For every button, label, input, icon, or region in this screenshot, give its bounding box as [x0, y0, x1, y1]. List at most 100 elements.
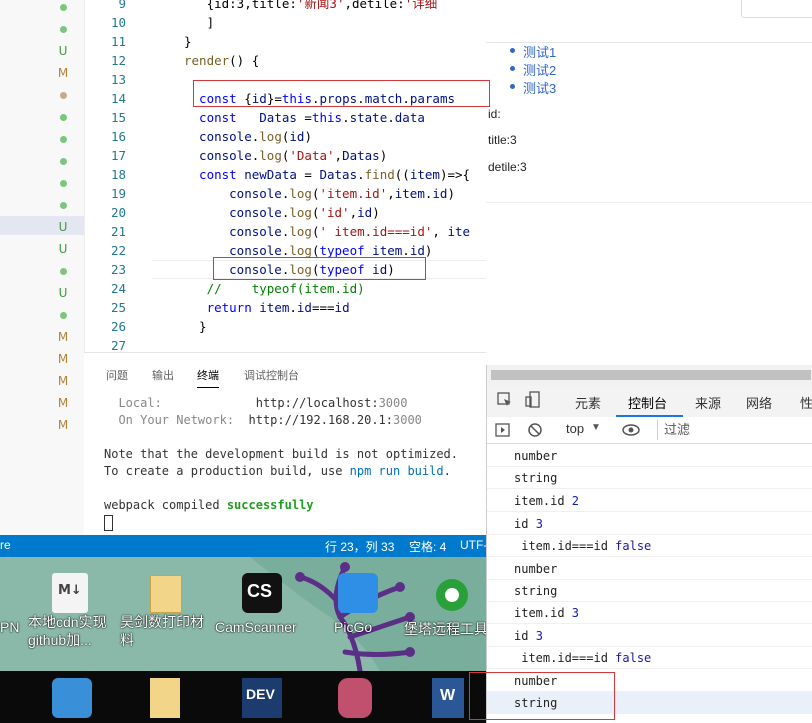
taskbar: DEV W	[0, 671, 486, 723]
code-line[interactable]: 21 console.log(' item.id===id', ite	[84, 222, 486, 241]
code-line[interactable]: 11}	[84, 32, 486, 51]
link-test-1[interactable]: 测试1	[523, 42, 556, 61]
code-text: render() {	[184, 51, 259, 70]
tab-sources[interactable]: 来源	[695, 393, 721, 412]
code-token: .	[387, 110, 395, 125]
tab-output[interactable]: 输出	[152, 367, 174, 383]
desktop-icon-label-5[interactable]: 堡塔远程工具	[404, 619, 486, 639]
code-line[interactable]: 24 // typeof(item.id)	[84, 279, 486, 298]
code-line[interactable]: 18 const newData = Datas.find((item)=>{	[84, 165, 486, 184]
git-status-dot	[55, 22, 71, 33]
dev-tool-taskbar-icon[interactable]: DEV	[242, 678, 282, 718]
clear-console-icon[interactable]	[527, 422, 543, 438]
scrollbar-thumb[interactable]	[491, 370, 811, 380]
tab-elements[interactable]: 元素	[575, 393, 601, 412]
code-line[interactable]: 16 console.log(id)	[84, 127, 486, 146]
code-line[interactable]: 10 ]	[84, 13, 486, 32]
code-token: newData	[244, 167, 297, 182]
code-line[interactable]: 17 console.log('Data',Datas)	[84, 146, 486, 165]
code-token: }	[184, 319, 207, 334]
status-indentation[interactable]: 空格: 4	[409, 538, 446, 555]
horizontal-scrollbar[interactable]	[487, 365, 812, 386]
code-token: )	[379, 148, 388, 163]
status-cursor-position[interactable]: 行 23，列 33	[325, 538, 394, 555]
code-line[interactable]: 15 const Datas =this.state.data	[84, 108, 486, 127]
devtools-tab-bar: 元素 控制台 来源 网络 性	[487, 385, 812, 418]
device-toolbar-icon[interactable]	[525, 391, 543, 409]
code-token: console	[184, 224, 282, 239]
code-line[interactable]: 26 }	[84, 317, 486, 336]
code-token: console	[184, 129, 252, 144]
line-number: 23	[110, 262, 126, 277]
inspect-element-icon[interactable]	[497, 392, 513, 408]
selected-file-row[interactable]	[0, 216, 84, 235]
line-number: 18	[110, 167, 126, 182]
markdown-file-icon[interactable]: M↓	[52, 573, 88, 613]
picgo-icon[interactable]	[338, 573, 378, 613]
search-input[interactable]	[741, 0, 812, 18]
context-selector[interactable]: top	[566, 421, 584, 436]
tab-problems[interactable]: 问题	[106, 367, 128, 383]
code-token: .	[357, 167, 365, 182]
code-token: id	[432, 186, 448, 201]
code-token: id	[409, 243, 425, 258]
line-number: 13	[110, 72, 126, 87]
console-message: number	[487, 445, 812, 467]
code-token: log	[289, 224, 312, 239]
code-token: Datas	[319, 167, 358, 182]
console-message: string	[487, 580, 812, 602]
code-line[interactable]: 9 {id:3,title:'新闻3',detile:'详细	[84, 0, 486, 13]
console-message: item.id 2	[487, 490, 812, 512]
tab-console[interactable]: 控制台	[628, 393, 667, 412]
code-line[interactable]: 27	[84, 336, 486, 352]
chevron-down-icon[interactable]: ▼	[591, 422, 601, 433]
tab-performance[interactable]: 性	[800, 393, 812, 412]
status-encoding[interactable]: UTF-	[460, 538, 487, 552]
code-token: item	[409, 167, 440, 182]
code-token: data	[394, 110, 425, 125]
bt-remote-icon[interactable]	[432, 573, 472, 613]
code-text: // typeof(item.id)	[184, 279, 365, 298]
code-line[interactable]: 12 render() {	[84, 51, 486, 70]
code-token: ]	[184, 15, 215, 30]
filter-input[interactable]: 过滤	[657, 420, 812, 440]
console-message: item.id===id false	[487, 647, 812, 669]
tab-debug-console[interactable]: 调试控制台	[244, 367, 299, 383]
git-status-badge: M	[57, 374, 69, 388]
word-taskbar-icon[interactable]: W	[432, 678, 464, 718]
desktop-icon-label-3[interactable]: CamScanner	[215, 619, 297, 635]
database-taskbar-icon[interactable]	[338, 678, 372, 718]
terminal-network-line: On Your Network: http://192.168.20.1:300…	[118, 413, 422, 427]
code-token: console	[184, 205, 282, 220]
code-token: )	[304, 129, 312, 144]
desktop-icon-label-0[interactable]: PN	[0, 619, 19, 635]
code-token: log	[289, 243, 312, 258]
code-editor[interactable]: 9 {id:3,title:'新闻3',detile:'详细 10 ] 11} 12 r…	[84, 0, 486, 352]
source-control-gutter: UMUUUMMMMM	[0, 0, 85, 535]
code-line[interactable]: 25 return item.id===id	[84, 298, 486, 317]
folder-taskbar-icon[interactable]	[150, 678, 180, 718]
code-text: {id:3,title:'新闻3',detile:'详细	[184, 0, 438, 13]
link-test-2[interactable]: 测试2	[523, 60, 556, 79]
link-test-3[interactable]: 测试3	[523, 78, 556, 97]
line-number: 9	[118, 0, 126, 11]
tab-terminal[interactable]: 终端	[197, 367, 219, 388]
tab-network[interactable]: 网络	[746, 393, 772, 412]
winrar-taskbar-icon[interactable]	[52, 678, 92, 718]
camscanner-icon[interactable]: CS	[242, 573, 282, 613]
line-number: 25	[110, 300, 126, 315]
code-token: typeof	[319, 243, 365, 258]
code-token: =	[296, 110, 312, 125]
status-left[interactable]: re	[0, 538, 11, 552]
document-folder-icon[interactable]	[150, 575, 182, 613]
annotation-highlight-box	[469, 672, 615, 720]
desktop-icon-label-2[interactable]: 昊剑数打印材 料	[120, 613, 204, 649]
code-token: log	[289, 205, 312, 220]
code-line[interactable]: 20 console.log('id',id)	[84, 203, 486, 222]
code-line[interactable]: 19 console.log('item.id',item.id)	[84, 184, 486, 203]
desktop-icon-label-4[interactable]: PicGo	[334, 619, 372, 635]
sidebar-toggle-icon[interactable]	[495, 422, 511, 438]
git-status-dot	[55, 0, 71, 11]
eye-icon[interactable]	[621, 423, 641, 437]
desktop-icon-label-1[interactable]: 本地cdn实现 github加...	[28, 613, 107, 649]
